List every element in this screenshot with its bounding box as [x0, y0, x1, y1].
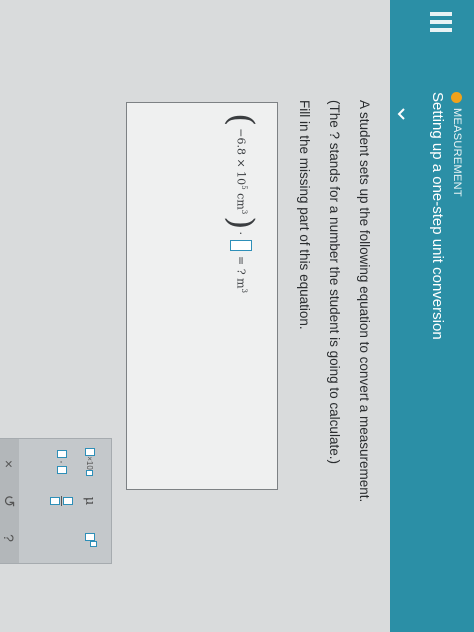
topic-label: MEASUREMENT — [451, 108, 463, 197]
fraction-button[interactable] — [50, 484, 74, 518]
micro-button[interactable]: μ — [79, 484, 101, 518]
close-paren: ) — [221, 216, 261, 230]
undo-icon[interactable]: ↺ — [0, 484, 19, 518]
page-title: Setting up a one-step unit conversion — [429, 92, 446, 340]
exponent-button[interactable] — [79, 523, 101, 557]
open-paren: ( — [221, 113, 261, 127]
multiply-dot-button[interactable]: · — [51, 445, 73, 479]
problem-text: A student sets up the following equation… — [282, 100, 372, 600]
scientific-notation-button[interactable]: ×10 — [79, 445, 101, 479]
menu-icon[interactable] — [430, 10, 452, 36]
keypad-spacer — [51, 523, 73, 557]
topic-row: MEASUREMENT — [448, 92, 466, 197]
page: MEASUREMENT Setting up a one-step unit c… — [0, 0, 474, 632]
topic-status-icon — [451, 92, 463, 103]
problem-line: Fill in the missing part of this equatio… — [297, 100, 312, 330]
equation-result: = ? m3 — [234, 255, 248, 293]
fraction-answer-input[interactable] — [230, 239, 252, 251]
keypad-action-bar: × ↺ ? — [0, 439, 19, 563]
answer-box: ( −6.8 × 105 cm3 ) · = ? m3 — [126, 102, 278, 490]
header-bar: MEASUREMENT Setting up a one-step unit c… — [390, 0, 474, 632]
math-keypad: ×10 μ · × ↺ ? — [0, 438, 112, 564]
multiply-dot: · — [234, 231, 248, 235]
equation: ( −6.8 × 105 cm3 ) · = ? m3 — [221, 113, 261, 295]
measurement-value: −6.8 × 105 cm3 — [234, 128, 248, 215]
chevron-down-icon[interactable] — [394, 106, 408, 122]
problem-line: (The ? stands for a number the student i… — [327, 100, 342, 464]
problem-line: A student sets up the following equation… — [357, 100, 372, 503]
help-icon[interactable]: ? — [0, 521, 19, 555]
clear-icon[interactable]: × — [0, 447, 19, 481]
